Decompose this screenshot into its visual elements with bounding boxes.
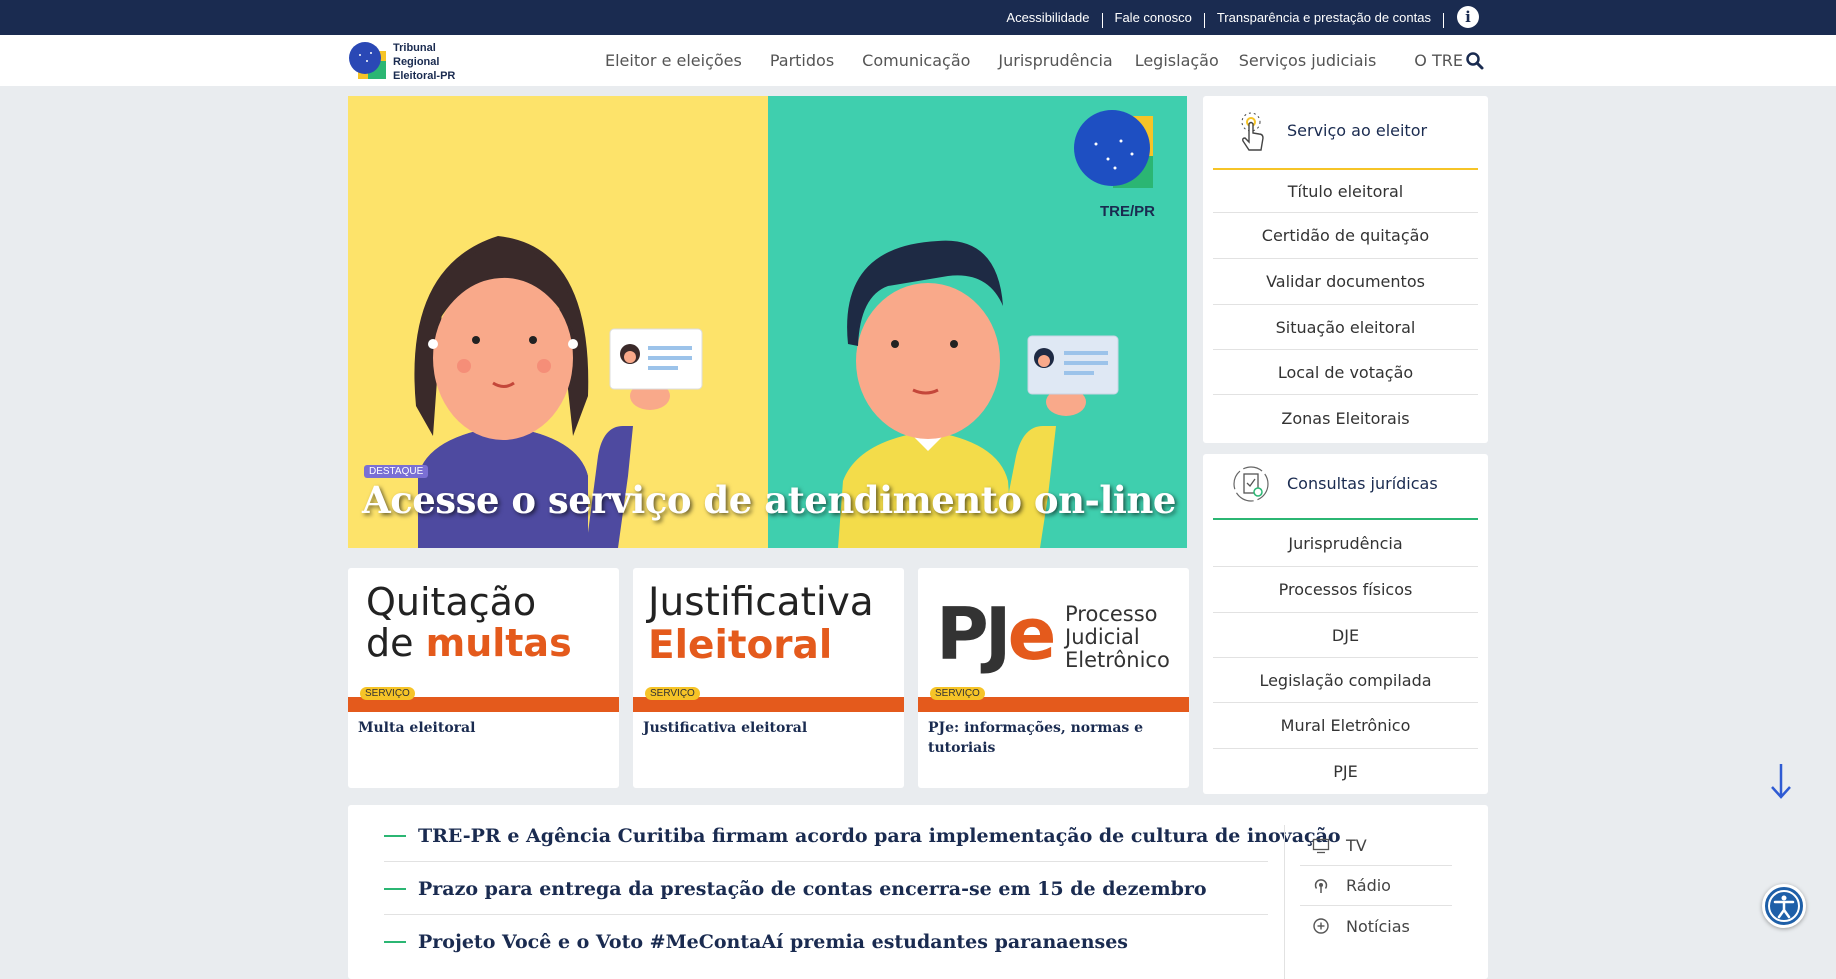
- panel-link-dje[interactable]: DJE: [1213, 612, 1478, 657]
- card-caption[interactable]: Multa eleitoral: [358, 718, 608, 738]
- panel-link-validar[interactable]: Validar documentos: [1213, 258, 1478, 304]
- card-caption[interactable]: Justificativa eleitoral: [643, 718, 893, 738]
- plus-circle-icon: [1313, 918, 1329, 934]
- news-headline[interactable]: TRE-PR e Agência Curitiba firmam acordo …: [418, 825, 1341, 847]
- card-justificativa[interactable]: Justificativa Eleitoral SERVIÇO Justific…: [633, 568, 904, 788]
- card-pje[interactable]: PJe Processo Judicial Eletrônico SERVIÇO…: [918, 568, 1189, 788]
- panel-link-local[interactable]: Local de votação: [1213, 349, 1478, 394]
- logo-line: Regional: [393, 55, 440, 68]
- panel-link-mural[interactable]: Mural Eletrônico: [1213, 702, 1478, 748]
- pje-subtitle-line: Processo: [1065, 602, 1158, 626]
- top-bar: Acessibilidade Fale conosco Transparênci…: [0, 0, 1836, 35]
- logo-line: Tribunal: [393, 42, 436, 54]
- link-transparencia[interactable]: Transparência e prestação de contas: [1205, 10, 1443, 25]
- divider: [1284, 825, 1285, 979]
- media-label: Notícias: [1346, 916, 1410, 936]
- nav-jurisprudencia[interactable]: Jurisprudência: [998, 51, 1112, 70]
- panel-link-zonas[interactable]: Zonas Eleitorais: [1213, 394, 1478, 441]
- nav-comunicacao[interactable]: Comunicação: [862, 51, 970, 70]
- main-nav: Eleitor e eleições Partidos Comunicação …: [605, 35, 1491, 86]
- hero-title[interactable]: Acesse o serviço de atendimento on-line: [362, 478, 1176, 522]
- link-acessibilidade[interactable]: Acessibilidade: [994, 10, 1101, 25]
- info-icon[interactable]: i: [1457, 6, 1479, 28]
- card-heading: Quitação: [366, 580, 537, 624]
- media-label: Rádio: [1346, 876, 1391, 895]
- nav-servicos-judiciais[interactable]: Serviços judiciais: [1239, 51, 1377, 70]
- card-heading-highlight: multas: [425, 621, 572, 665]
- media-link-tv[interactable]: TV: [1300, 826, 1452, 866]
- news-headline[interactable]: Projeto Você e o Voto #MeContaAí premia …: [418, 931, 1128, 953]
- nav-eleitor[interactable]: Eleitor e eleições: [605, 51, 742, 70]
- card-tag: SERVIÇO: [930, 687, 985, 700]
- search-icon[interactable]: [1465, 51, 1485, 71]
- card-caption[interactable]: PJe: informações, normas e tutoriais: [928, 718, 1178, 759]
- media-link-noticias[interactable]: Notícias: [1300, 906, 1452, 946]
- news-section: TRE-PR e Agência Curitiba firmam acordo …: [348, 805, 1488, 979]
- hero-logo-text: TRE/PR: [1100, 203, 1156, 220]
- radio-icon: [1314, 878, 1328, 893]
- nav-o-tre[interactable]: O TRE: [1414, 51, 1463, 70]
- panel-link-processos[interactable]: Processos físicos: [1213, 566, 1478, 612]
- card-heading: de multas: [366, 624, 572, 662]
- card-heading: Justificativa: [648, 580, 874, 625]
- dash-icon: [384, 834, 406, 837]
- divider: [1443, 13, 1444, 28]
- site-logo[interactable]: Tribunal Regional Eleitoral-PR: [348, 38, 468, 83]
- pje-subtitle: Processo Judicial Eletrônico: [1065, 602, 1170, 673]
- card-tag: SERVIÇO: [645, 687, 700, 700]
- media-label: TV: [1346, 836, 1367, 855]
- panel-link-situacao[interactable]: Situação eleitoral: [1213, 304, 1478, 349]
- panel-header[interactable]: Consultas jurídicas: [1213, 454, 1478, 520]
- panel-servico-eleitor: Serviço ao eleitor Título eleitoral Cert…: [1203, 96, 1488, 443]
- news-headline[interactable]: Prazo para entrega da prestação de conta…: [418, 878, 1207, 900]
- accessibility-button[interactable]: [1762, 884, 1806, 928]
- pje-subtitle-line: Eletrônico: [1065, 648, 1170, 673]
- card-tag: SERVIÇO: [360, 687, 415, 700]
- logo-line: Eleitoral-PR: [393, 69, 456, 82]
- panel-header[interactable]: Serviço ao eleitor: [1213, 96, 1478, 170]
- news-item[interactable]: Projeto Você e o Voto #MeContaAí premia …: [384, 916, 1268, 968]
- news-item[interactable]: TRE-PR e Agência Curitiba firmam acordo …: [384, 810, 1341, 862]
- arrow-down-icon[interactable]: [1770, 762, 1792, 800]
- site-header: Tribunal Regional Eleitoral-PR Eleitor e…: [0, 35, 1836, 86]
- card-quitacao[interactable]: Quitação de multas SERVIÇO Multa eleitor…: [348, 568, 619, 788]
- panel-link-legislacao[interactable]: Legislação compilada: [1213, 657, 1478, 702]
- globe-logo-icon: [349, 42, 386, 79]
- accessibility-icon: [1768, 890, 1800, 922]
- panel-link-pje[interactable]: PJE: [1213, 748, 1478, 793]
- panel-title: Serviço ao eleitor: [1287, 121, 1428, 140]
- pje-subtitle-line: Judicial: [1065, 625, 1140, 650]
- panel-link-titulo[interactable]: Título eleitoral: [1213, 172, 1478, 212]
- pje-logo-prefix: PJ: [936, 592, 1012, 676]
- link-fale-conosco[interactable]: Fale conosco: [1103, 10, 1204, 25]
- hero-badge: DESTAQUE: [364, 465, 429, 478]
- panel-link-jurisprudencia[interactable]: Jurisprudência: [1213, 522, 1478, 566]
- nav-partidos[interactable]: Partidos: [770, 51, 834, 70]
- news-item[interactable]: Prazo para entrega da prestação de conta…: [384, 863, 1268, 915]
- media-link-radio[interactable]: Rádio: [1300, 866, 1452, 906]
- pje-logo-highlight: e: [1007, 592, 1057, 676]
- panel-title: Consultas jurídicas: [1287, 474, 1438, 493]
- nav-legislacao[interactable]: Legislação: [1135, 51, 1219, 70]
- panel-link-certidao[interactable]: Certidão de quitação: [1213, 212, 1478, 258]
- tv-icon: [1312, 838, 1330, 853]
- top-links: Acessibilidade Fale conosco Transparênci…: [994, 0, 1444, 35]
- card-heading-highlight: Eleitoral: [648, 623, 833, 668]
- dash-icon: [384, 941, 406, 943]
- card-heading-prefix: de: [366, 621, 426, 665]
- pje-logo: PJe: [936, 598, 1056, 670]
- panel-consultas-juridicas: Consultas jurídicas Jurisprudência Proce…: [1203, 454, 1488, 794]
- dash-icon: [384, 887, 406, 890]
- logo-text: Tribunal Regional Eleitoral-PR: [393, 42, 455, 83]
- touch-hand-icon: [1241, 112, 1264, 151]
- hero-banner[interactable]: TRE/PR DESTAQUE Acesse o serviço de aten…: [348, 96, 1187, 548]
- document-check-icon: [1233, 466, 1269, 502]
